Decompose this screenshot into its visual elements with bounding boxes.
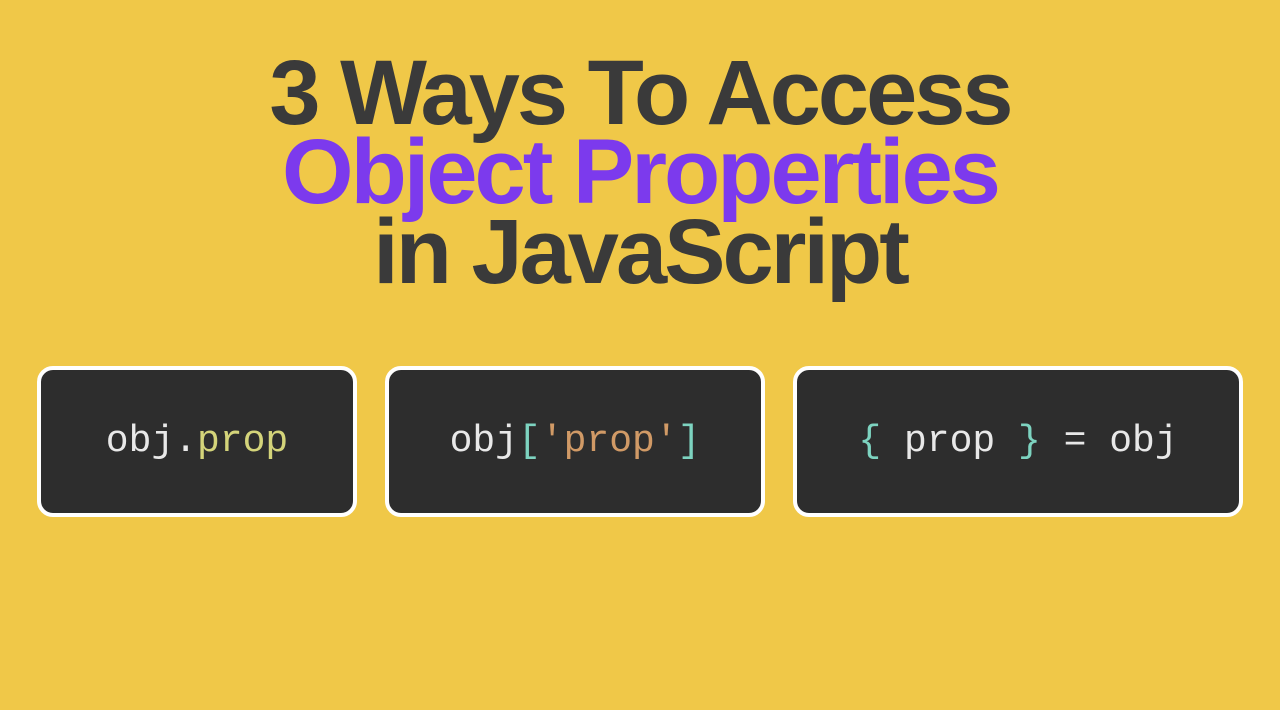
code-token: . xyxy=(174,420,197,463)
code-token: { xyxy=(858,420,904,463)
code-text: { prop } = obj xyxy=(858,420,1177,463)
code-token: obj xyxy=(106,420,174,463)
code-example-destructuring: { prop } = obj xyxy=(793,366,1243,517)
code-token: prop xyxy=(904,420,995,463)
title-section: 3 Ways To Access Object Properties in Ja… xyxy=(269,50,1010,296)
title-line-3: in JavaScript xyxy=(269,209,1010,296)
code-token: prop xyxy=(197,420,288,463)
code-text: obj['prop'] xyxy=(450,420,701,463)
code-text: obj.prop xyxy=(106,420,288,463)
code-token: ] xyxy=(678,420,701,463)
code-token: } xyxy=(995,420,1041,463)
code-token: obj xyxy=(450,420,518,463)
code-token: 'prop' xyxy=(541,420,678,463)
code-example-bracket-notation: obj['prop'] xyxy=(385,366,765,517)
code-token: = xyxy=(1041,420,1109,463)
code-example-dot-notation: obj.prop xyxy=(37,366,357,517)
code-token: obj xyxy=(1109,420,1177,463)
code-token: [ xyxy=(518,420,541,463)
code-examples-row: obj.prop obj['prop'] { prop } = obj xyxy=(0,366,1280,517)
